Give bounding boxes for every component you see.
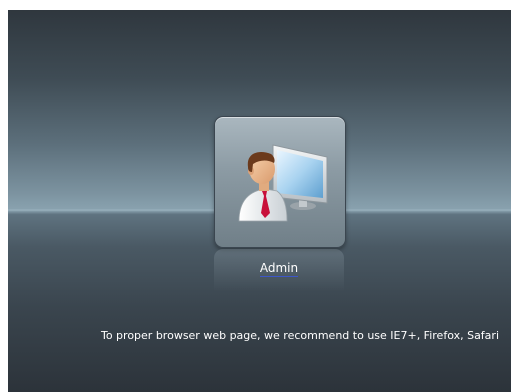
admin-label[interactable]: Admin [259,261,299,277]
admin-login-link[interactable]: Admin [214,261,344,277]
browser-recommendation-text: To proper browser web page, we recommend… [100,329,499,342]
admin-computer-user-icon [238,144,328,222]
login-screen: Admin To proper browser web page, we rec… [8,10,511,392]
admin-login-tile[interactable] [214,116,346,248]
